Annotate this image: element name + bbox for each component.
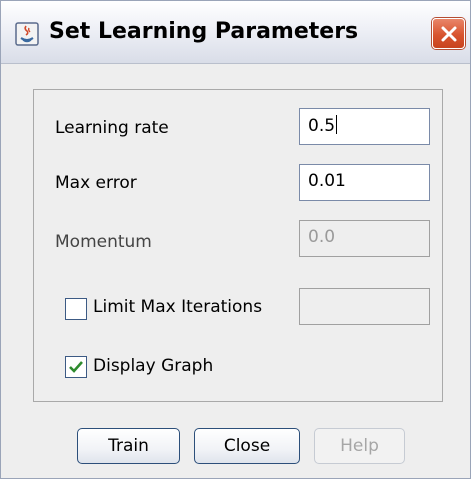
max-error-value: 0.01 bbox=[308, 171, 346, 191]
max-error-input[interactable]: 0.01 bbox=[299, 164, 430, 201]
limit-iterations-checkbox[interactable] bbox=[65, 298, 87, 320]
learning-rate-input[interactable]: 0.5 bbox=[299, 108, 430, 145]
close-window-button[interactable] bbox=[432, 18, 465, 49]
checkmark-icon bbox=[69, 361, 83, 373]
learning-rate-label: Learning rate bbox=[55, 118, 169, 138]
max-iterations-input bbox=[299, 288, 430, 325]
text-caret bbox=[336, 115, 338, 134]
title-bar[interactable]: Set Learning Parameters bbox=[1, 1, 470, 64]
dialog-content: Learning rate 0.5 Max error 0.01 Momentu… bbox=[1, 64, 470, 478]
learning-rate-value: 0.5 bbox=[308, 116, 336, 136]
display-graph-label[interactable]: Display Graph bbox=[93, 356, 213, 376]
close-icon bbox=[441, 26, 457, 42]
help-button: Help bbox=[314, 428, 405, 464]
momentum-label: Momentum bbox=[55, 232, 152, 252]
window-title: Set Learning Parameters bbox=[49, 19, 359, 44]
dialog-window: Set Learning Parameters Learning rate 0.… bbox=[0, 0, 471, 479]
momentum-input: 0.0 bbox=[299, 220, 430, 257]
limit-iterations-label[interactable]: Limit Max Iterations bbox=[93, 297, 262, 317]
train-button[interactable]: Train bbox=[77, 428, 180, 464]
display-graph-checkbox[interactable] bbox=[65, 356, 87, 378]
close-button[interactable]: Close bbox=[194, 428, 300, 464]
java-app-icon bbox=[15, 22, 39, 46]
momentum-value: 0.0 bbox=[308, 227, 336, 247]
max-error-label: Max error bbox=[55, 173, 137, 193]
